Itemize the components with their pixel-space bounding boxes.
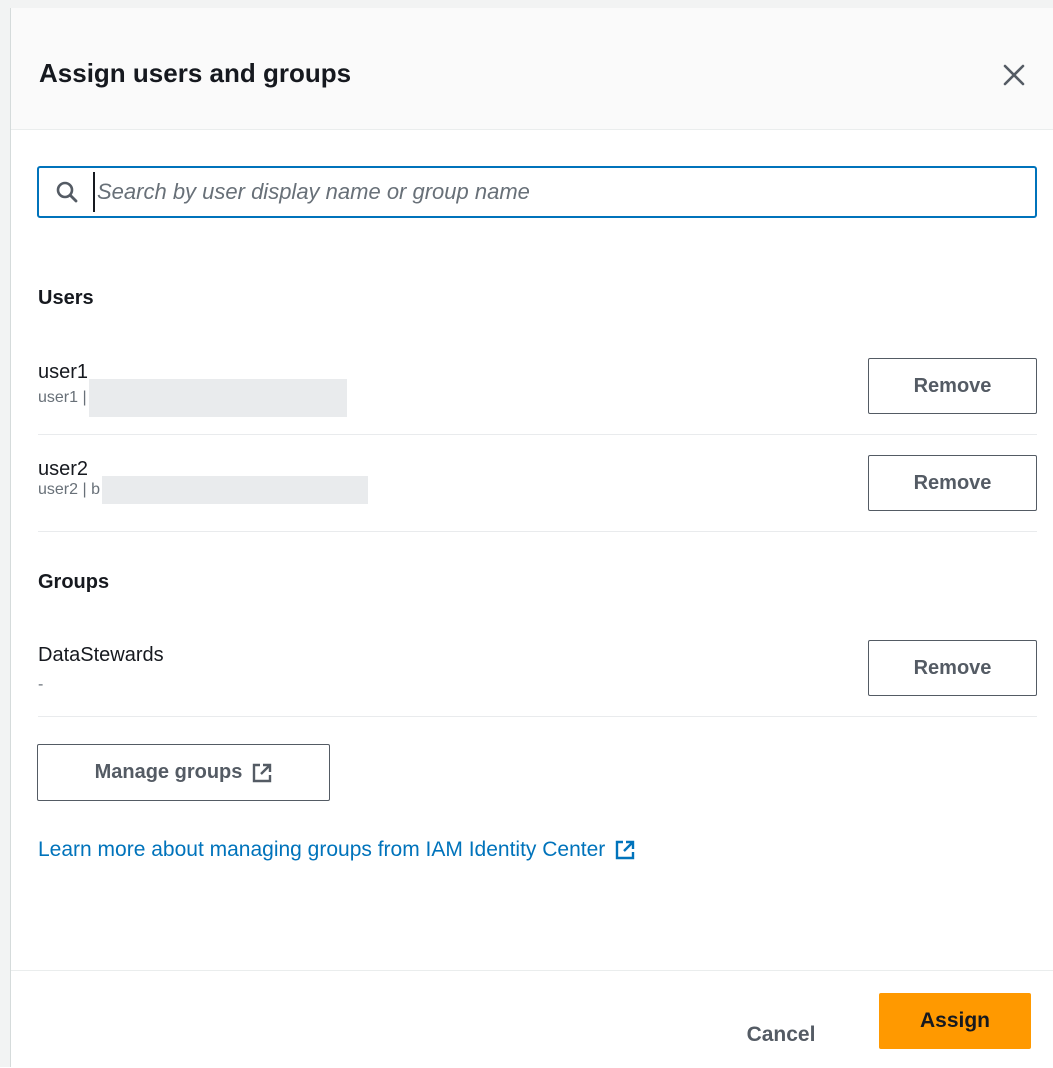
search-box[interactable] [37, 166, 1037, 218]
manage-groups-label: Manage groups [94, 761, 243, 783]
remove-user1-button[interactable]: Remove [868, 358, 1037, 414]
background-strip [0, 0, 1053, 8]
dialog-footer: Cancel Assign [11, 970, 1053, 1068]
user-detail: user2 | b [38, 476, 368, 504]
close-icon [1003, 64, 1025, 86]
cancel-button[interactable]: Cancel [721, 1007, 841, 1063]
redacted-email [101, 476, 368, 504]
remove-group-button[interactable]: Remove [868, 640, 1037, 696]
group-name: DataStewards [38, 644, 164, 666]
external-link-icon [615, 840, 635, 860]
external-link-icon [252, 763, 272, 783]
manage-groups-button[interactable]: Manage groups [37, 744, 330, 801]
redacted-email [88, 379, 347, 417]
search-icon [53, 178, 81, 206]
users-section-title: Users [38, 287, 94, 309]
user-detail: user1 | [38, 379, 347, 417]
dialog-title: Assign users and groups [39, 58, 352, 88]
remove-user2-button[interactable]: Remove [868, 455, 1037, 511]
groups-section-title: Groups [38, 571, 110, 593]
user-detail-text: user1 | [38, 389, 87, 406]
search-input[interactable] [93, 172, 997, 212]
learn-more-text: Learn more about managing groups from IA… [38, 838, 606, 861]
close-button[interactable] [997, 58, 1031, 92]
user-detail-text: user2 | b [38, 481, 100, 498]
assign-dialog: Assign users and groups Users user1 user… [10, 8, 1053, 1067]
assign-button[interactable]: Assign [879, 993, 1031, 1049]
learn-more-link[interactable]: Learn more about managing groups from IA… [38, 838, 635, 862]
dialog-header: Assign users and groups [11, 8, 1053, 130]
group-detail: - [38, 676, 44, 693]
background-edge [0, 8, 10, 1067]
